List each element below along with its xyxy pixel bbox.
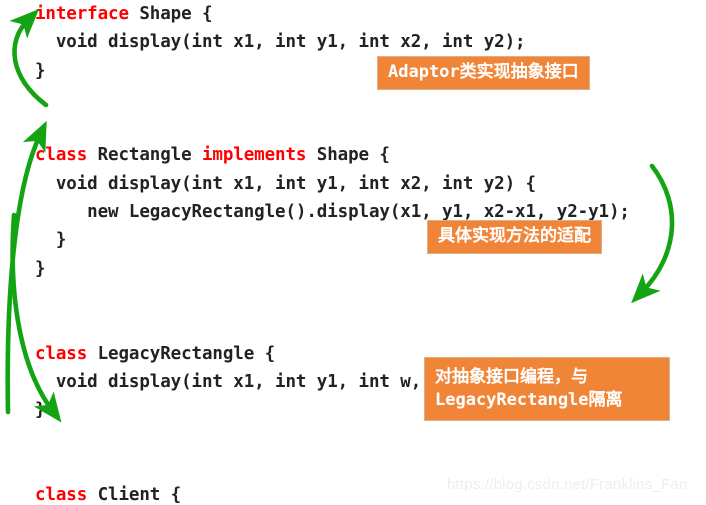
code-line [35, 283, 706, 311]
code-text: } [35, 60, 46, 81]
code-line: void display(int x1, int y1, int x2, int… [35, 28, 706, 56]
code-text: } [35, 258, 46, 279]
callout-line-1: 对抽象接口编程，与 [435, 366, 588, 387]
code-line: } [35, 255, 706, 283]
code-text: void display(int x1, int y1, int x2, int… [35, 173, 536, 194]
code-line: } [35, 57, 706, 85]
code-line [35, 113, 706, 141]
diagram-canvas: interface Shape { void display(int x1, i… [0, 0, 706, 505]
code-keyword: class [35, 485, 88, 505]
code-keyword: class [35, 343, 88, 364]
code-text: } [35, 230, 67, 251]
code-listing: interface Shape { void display(int x1, i… [35, 0, 706, 505]
code-text: Shape { [306, 145, 390, 166]
code-text: LegacyRectangle { [87, 343, 276, 364]
callout-adaptor-implements-interface: Adaptor类实现抽象接口 [377, 56, 590, 90]
code-keyword: class [35, 145, 88, 166]
code-text: } [35, 400, 46, 421]
watermark-url: https://blog.csdn.net/Franklins_Fan [447, 476, 688, 493]
code-line: } [35, 226, 706, 254]
code-text: Shape { [128, 4, 213, 24]
code-line [35, 424, 706, 452]
code-line: interface Shape { [35, 0, 706, 28]
callout-concrete-method-adaptation: 具体实现方法的适配 [427, 220, 602, 254]
code-text: void display(int x1, int y1, int x2, int… [35, 32, 526, 53]
code-text: Rectangle [87, 145, 202, 166]
callout-program-to-interface: 对抽象接口编程，与 LegacyRectangle隔离 [424, 357, 670, 421]
code-line: class Rectangle implements Shape { [35, 141, 706, 169]
code-text: Client { [87, 485, 182, 505]
code-line: new LegacyRectangle().display(x1, y1, x2… [35, 198, 706, 226]
callout-line-2: LegacyRectangle隔离 [435, 389, 623, 410]
code-keyword: interface [35, 4, 129, 24]
code-line [35, 85, 706, 113]
code-line: void display(int x1, int y1, int x2, int… [35, 170, 706, 198]
code-keyword: implements [201, 145, 307, 166]
code-line [35, 311, 706, 339]
